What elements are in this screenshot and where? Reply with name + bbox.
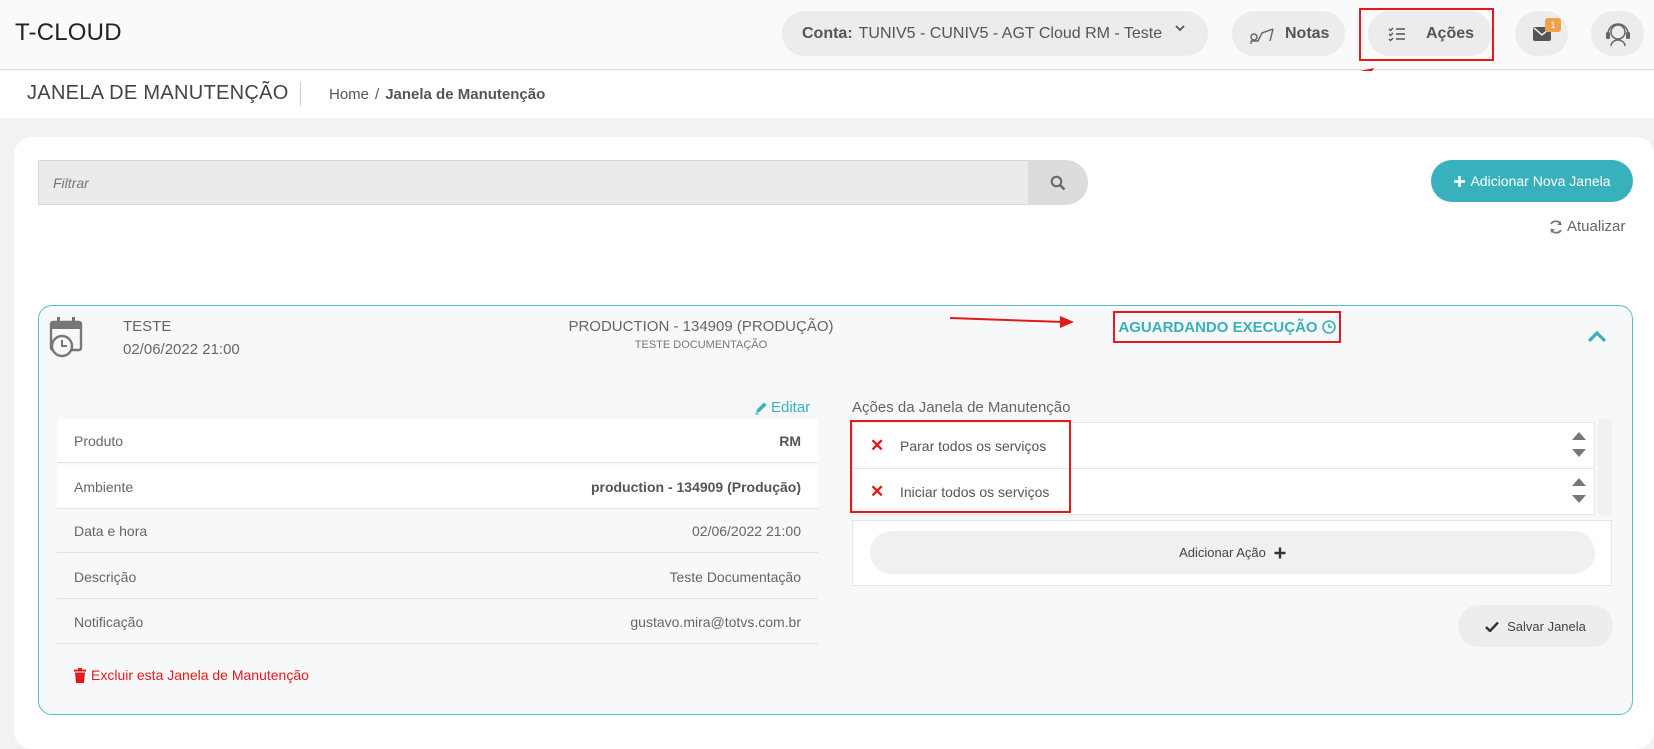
reorder-arrows-icon[interactable] (1571, 430, 1587, 460)
mail-badge: 1 (1545, 18, 1561, 32)
annotation-arrow-status (949, 316, 1074, 328)
check-icon (1485, 621, 1499, 632)
trash-icon (74, 667, 86, 683)
detail-row-notificacao: Notificação gustavo.mira@totvs.com.br (57, 600, 818, 644)
edit-link[interactable]: Editar (754, 399, 810, 416)
breadcrumb-current: Janela de Manutenção (385, 86, 546, 103)
detail-value: production - 134909 (Produção) (590, 478, 801, 495)
add-action-button[interactable]: Adicionar Ação (870, 531, 1595, 574)
detail-row-produto: Produto RM (57, 419, 818, 463)
search-icon (1050, 175, 1066, 191)
headset-icon (1603, 19, 1633, 49)
notas-label: Notas (1285, 24, 1330, 42)
detail-label: Descrição (74, 568, 137, 585)
reorder-arrows-icon[interactable] (1571, 476, 1587, 506)
account-value: TUNIV5 - CUNIV5 - AGT Cloud RM - Teste (858, 24, 1163, 42)
chevron-down-icon (1174, 22, 1186, 34)
chevron-up-icon[interactable] (1587, 329, 1607, 343)
notas-button[interactable]: Notas (1232, 11, 1345, 56)
account-selector[interactable]: Conta: TUNIV5 - CUNIV5 - AGT Cloud RM - … (782, 11, 1208, 56)
detail-value: RM (779, 432, 801, 449)
clock-icon (1321, 320, 1336, 334)
breadcrumb-home[interactable]: Home (329, 86, 369, 103)
window-environment: PRODUCTION - 134909 (PRODUÇÃO) (568, 318, 834, 335)
detail-row-data-hora: Data e hora 02/06/2022 21:00 (57, 509, 818, 553)
pencil-icon (754, 401, 768, 415)
breadcrumb: Home / Janela de Manutenção (329, 86, 545, 103)
messages-button[interactable]: 1 (1515, 11, 1568, 56)
breadcrumb-separator: / (375, 86, 380, 103)
status-badge: AGUARDANDO EXECUÇÃO (1113, 311, 1341, 343)
delete-window-link[interactable]: Excluir esta Janela de Manutenção (74, 667, 309, 683)
notes-icon (1248, 23, 1276, 45)
detail-row-descricao: Descrição Teste Documentação (57, 555, 818, 599)
detail-label: Produto (74, 432, 124, 449)
window-name: TESTE (123, 318, 172, 335)
app-logo[interactable]: T-CLOUD (15, 19, 122, 47)
actions-title: Ações da Janela de Manutenção (852, 399, 1071, 416)
calendar-clock-icon (48, 316, 88, 358)
refresh-label: Atualizar (1567, 218, 1626, 235)
support-button[interactable] (1591, 11, 1644, 56)
refresh-icon (1548, 219, 1564, 235)
account-label: Conta: (802, 24, 853, 42)
plus-icon (1274, 547, 1286, 559)
save-window-label: Salvar Janela (1507, 618, 1586, 634)
actions-scrollbar[interactable] (1598, 419, 1612, 515)
refresh-link[interactable]: Atualizar (1548, 218, 1625, 235)
detail-label: Notificação (74, 613, 144, 630)
delete-window-label: Excluir esta Janela de Manutenção (91, 667, 309, 683)
detail-label: Ambiente (74, 478, 134, 495)
filter-input[interactable] (38, 160, 1031, 205)
edit-label: Editar (771, 399, 811, 416)
annotation-box-actions (850, 420, 1071, 513)
window-description: TESTE DOCUMENTAÇÃO (634, 339, 768, 351)
add-window-label: Adicionar Nova Janela (1470, 173, 1611, 189)
save-window-button[interactable]: Salvar Janela (1458, 605, 1613, 647)
annotation-box-acoes (1359, 8, 1494, 61)
detail-row-ambiente: Ambiente production - 134909 (Produção) (57, 465, 818, 509)
plus-icon (1453, 175, 1466, 188)
header-divider (300, 82, 301, 106)
detail-value: gustavo.mira@totvs.com.br (630, 613, 801, 630)
status-label: AGUARDANDO EXECUÇÃO (1118, 318, 1318, 336)
detail-value: 02/06/2022 21:00 (692, 522, 801, 539)
add-action-label: Adicionar Ação (1179, 545, 1266, 560)
page-title: JANELA DE MANUTENÇÃO (27, 82, 289, 104)
add-window-button[interactable]: Adicionar Nova Janela (1431, 160, 1633, 202)
detail-value: Teste Documentação (669, 568, 801, 585)
window-date: 02/06/2022 21:00 (123, 341, 240, 358)
search-button[interactable] (1028, 160, 1088, 205)
detail-label: Data e hora (74, 522, 148, 539)
